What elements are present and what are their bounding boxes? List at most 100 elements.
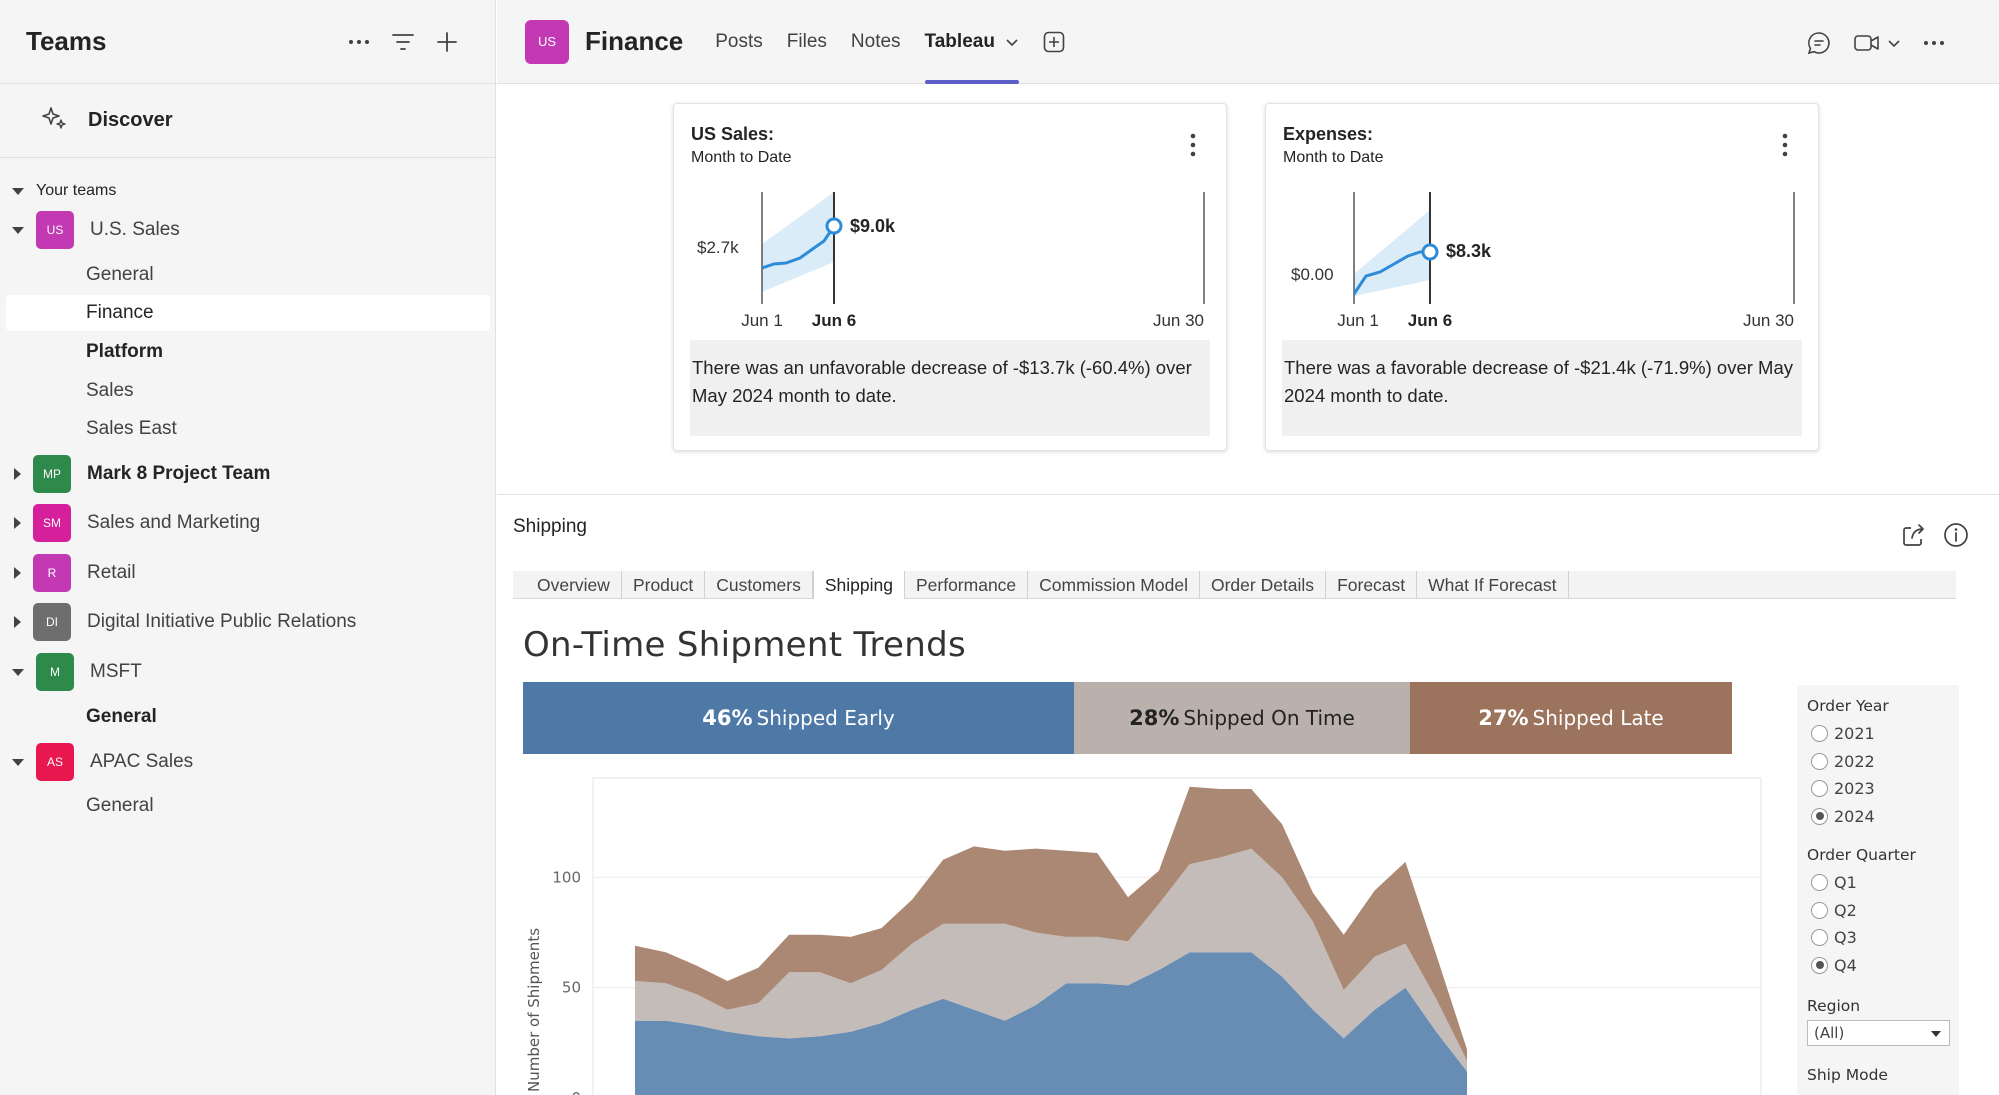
tab-files[interactable]: Files bbox=[787, 0, 827, 84]
dashboard-tab-order-details[interactable]: Order Details bbox=[1200, 571, 1327, 599]
channel-finance[interactable]: Finance bbox=[6, 295, 490, 331]
team-retail[interactable]: R Retail bbox=[0, 551, 496, 595]
year-option-2023[interactable]: 2023 bbox=[1807, 775, 1949, 803]
x-start-label: Jun 1 bbox=[1337, 311, 1379, 330]
kpi-label: Shipped On Time bbox=[1183, 706, 1355, 730]
dashboard-tab-what-if-forecast[interactable]: What If Forecast bbox=[1417, 571, 1569, 599]
team-us-sales[interactable]: US U.S. Sales bbox=[0, 208, 496, 252]
region-dropdown[interactable]: (All) bbox=[1807, 1020, 1950, 1046]
channel-header: US Finance Posts Files Notes Tableau bbox=[497, 0, 1999, 84]
channel-general[interactable]: General bbox=[6, 257, 490, 293]
x-end-label: Jun 30 bbox=[1743, 311, 1794, 330]
team-avatar: US bbox=[525, 19, 569, 64]
dashboard-tab-commission-model[interactable]: Commission Model bbox=[1028, 571, 1200, 599]
chat-icon[interactable] bbox=[1802, 26, 1836, 60]
y-tick-label: 100 bbox=[552, 868, 581, 886]
team-name: Digital Initiative Public Relations bbox=[87, 611, 357, 632]
team-avatar: R bbox=[33, 554, 71, 592]
add-icon[interactable] bbox=[425, 20, 469, 64]
kpi-percent: 46% bbox=[702, 706, 753, 730]
channel-general[interactable]: General bbox=[6, 788, 490, 824]
channel-sales[interactable]: Sales bbox=[6, 373, 490, 409]
sidebar-title: Teams bbox=[26, 26, 107, 56]
chevron-down-icon bbox=[12, 758, 24, 766]
radio-button bbox=[1811, 901, 1828, 919]
dashboard-tab-overview[interactable]: Overview bbox=[513, 571, 622, 599]
dashboard-tab-forecast[interactable]: Forecast bbox=[1326, 571, 1418, 599]
metric-subtitle: Month to Date bbox=[1283, 149, 1384, 166]
filter-icon[interactable] bbox=[381, 20, 425, 64]
radio-button bbox=[1811, 874, 1828, 892]
radio-button bbox=[1811, 725, 1828, 743]
quarter-option-q1[interactable]: Q1 bbox=[1807, 869, 1949, 897]
order-year-label: Order Year bbox=[1807, 697, 1889, 715]
kpi-shipped-late[interactable]: 27% Shipped Late bbox=[1410, 682, 1732, 754]
dashboard-tab-performance[interactable]: Performance bbox=[905, 571, 1029, 599]
y-tick-label: 50 bbox=[562, 979, 581, 997]
info-icon[interactable] bbox=[1942, 521, 1970, 549]
metric-card-expenses[interactable]: Expenses: Month to Date $0.00 $8.3k Jun … bbox=[1265, 103, 1819, 451]
more-options-icon[interactable] bbox=[1188, 132, 1198, 158]
kpi-shipped-on-time[interactable]: 28% Shipped On Time bbox=[1074, 682, 1410, 754]
channel-general[interactable]: General bbox=[6, 699, 490, 735]
metric-insight: There was an unfavorable decrease of -$1… bbox=[690, 340, 1210, 436]
tab-tableau[interactable]: Tableau bbox=[924, 0, 1020, 84]
region-label: Region bbox=[1807, 997, 1861, 1015]
chevron-right-icon bbox=[14, 567, 21, 579]
order-quarter-label: Order Quarter bbox=[1807, 846, 1916, 864]
more-options-icon[interactable] bbox=[1780, 132, 1790, 158]
dashboard-tab-shipping[interactable]: Shipping bbox=[812, 571, 905, 599]
team-mark-8-project-team[interactable]: MP Mark 8 Project Team bbox=[0, 452, 496, 496]
quarter-option-q4[interactable]: Q4 bbox=[1807, 952, 1949, 980]
kpi-shipped-early[interactable]: 46% Shipped Early bbox=[523, 682, 1074, 754]
current-value-label: $9.0k bbox=[850, 216, 896, 236]
metric-insight: There was a favorable decrease of -$21.4… bbox=[1282, 340, 1802, 436]
tableau-content: US Sales: Month to Date $2.7k $9.0k Jun … bbox=[497, 85, 1999, 1095]
quarter-option-q3[interactable]: Q3 bbox=[1807, 924, 1949, 952]
sparkline-chart: $2.7k $9.0k Jun 1 Jun 6 Jun 30 bbox=[697, 192, 1205, 330]
team-digital-initiative-public-relations[interactable]: DI Digital Initiative Public Relations bbox=[0, 600, 496, 644]
chevron-right-icon bbox=[14, 616, 21, 628]
shipment-trends-chart: Number of Shipments 0 50 100 bbox=[525, 777, 1762, 1095]
team-msft[interactable]: M MSFT bbox=[0, 650, 496, 694]
team-name: Sales and Marketing bbox=[87, 512, 261, 533]
current-value-label: $8.3k bbox=[1446, 241, 1492, 261]
tab-notes[interactable]: Notes bbox=[851, 0, 901, 84]
team-avatar: M bbox=[36, 653, 74, 691]
metric-card-us-sales[interactable]: US Sales: Month to Date $2.7k $9.0k Jun … bbox=[673, 103, 1227, 451]
sidebar-header: Teams bbox=[0, 0, 495, 84]
kpi-label: Shipped Late bbox=[1532, 706, 1664, 730]
chevron-down-icon bbox=[1888, 40, 1900, 48]
team-avatar: AS bbox=[36, 743, 74, 781]
more-options-icon[interactable] bbox=[1917, 26, 1951, 60]
video-camera-icon bbox=[1854, 35, 1879, 51]
add-tab-button[interactable] bbox=[1043, 0, 1065, 84]
radio-label: 2024 bbox=[1834, 806, 1875, 826]
your-teams-header[interactable]: Your teams bbox=[0, 176, 495, 206]
team-apac-sales[interactable]: AS APAC Sales bbox=[0, 740, 496, 784]
radio-label: 2023 bbox=[1834, 779, 1875, 799]
viz-title: On-Time Shipment Trends bbox=[523, 625, 967, 665]
year-option-2024[interactable]: 2024 bbox=[1807, 803, 1949, 831]
team-sales-and-marketing[interactable]: SM Sales and Marketing bbox=[0, 501, 496, 545]
radio-button bbox=[1811, 780, 1828, 798]
tab-label: Tableau bbox=[924, 30, 995, 52]
quarter-option-q2[interactable]: Q2 bbox=[1807, 897, 1949, 925]
dashboard-tab-customers[interactable]: Customers bbox=[705, 571, 813, 599]
share-icon[interactable] bbox=[1900, 521, 1928, 549]
discover-item[interactable]: Discover bbox=[0, 84, 495, 158]
channel-platform[interactable]: Platform bbox=[6, 334, 490, 370]
channel-sales-east[interactable]: Sales East bbox=[6, 411, 490, 447]
year-option-2021[interactable]: 2021 bbox=[1807, 720, 1949, 748]
y-tick-label: 0 bbox=[571, 1089, 581, 1095]
dashboard-tab-product[interactable]: Product bbox=[622, 571, 706, 599]
more-options-icon[interactable] bbox=[337, 20, 381, 64]
video-call-button[interactable] bbox=[1847, 26, 1907, 60]
metric-title: Expenses: bbox=[1283, 124, 1374, 144]
kpi-percent: 27% bbox=[1478, 706, 1529, 730]
team-avatar: SM bbox=[33, 504, 71, 542]
start-value-label: $0.00 bbox=[1291, 265, 1334, 284]
year-option-2022[interactable]: 2022 bbox=[1807, 748, 1949, 776]
radio-label: Q4 bbox=[1834, 955, 1857, 975]
tab-posts[interactable]: Posts bbox=[715, 0, 763, 84]
